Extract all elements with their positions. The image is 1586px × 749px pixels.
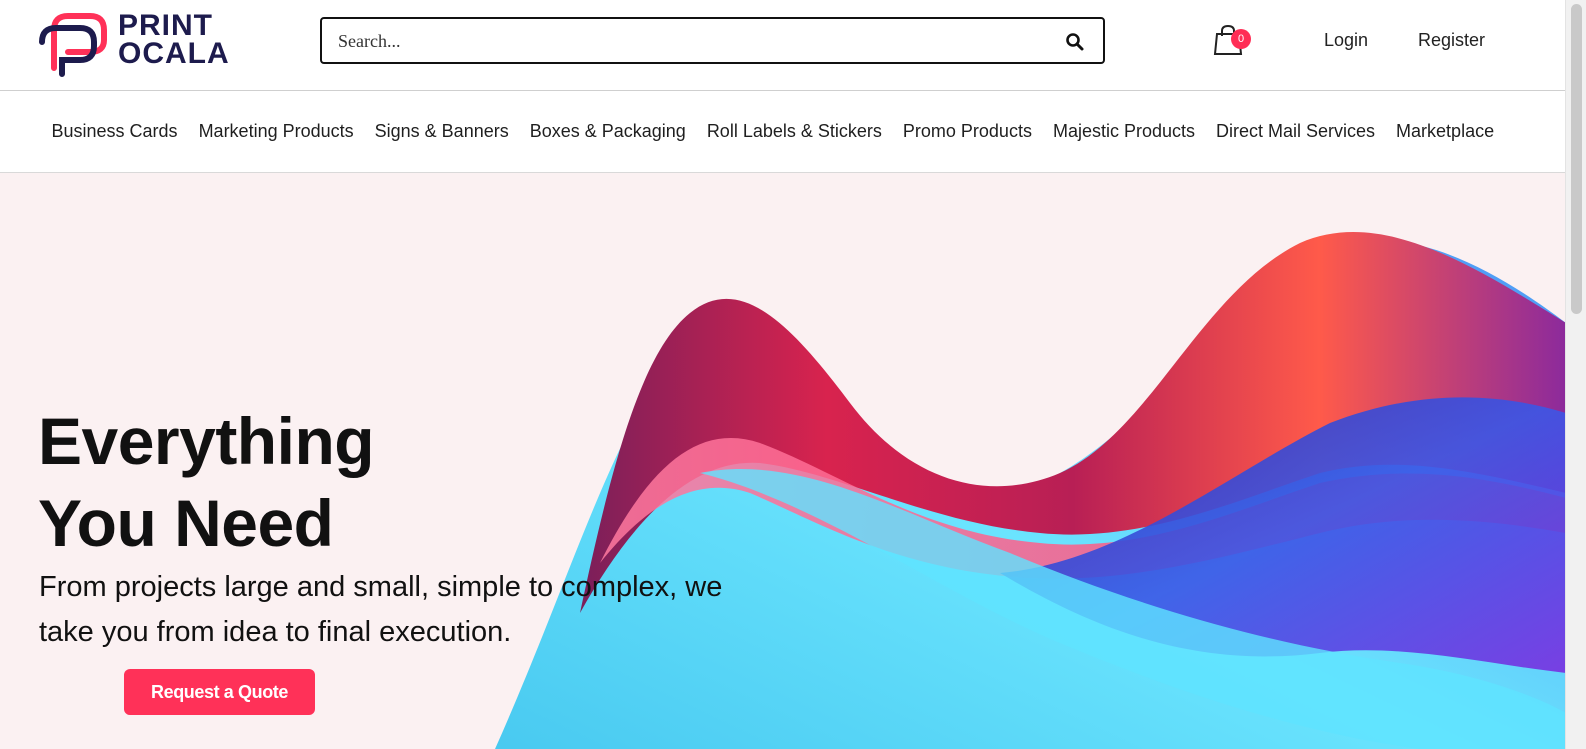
page: PRINT OCALA 0 Login Register Business Ca… xyxy=(0,0,1566,749)
vertical-scrollbar[interactable] xyxy=(1565,0,1586,749)
cart-count-badge: 0 xyxy=(1231,29,1251,49)
nav-item-signs-banners[interactable]: Signs & Banners xyxy=(364,121,519,142)
search-icon[interactable] xyxy=(1065,32,1085,52)
request-quote-button[interactable]: Request a Quote xyxy=(124,669,315,715)
nav-item-promo-products[interactable]: Promo Products xyxy=(892,121,1042,142)
search-input[interactable] xyxy=(336,19,1040,64)
nav-item-business-cards[interactable]: Business Cards xyxy=(41,121,188,142)
main-nav: Business Cards Marketing Products Signs … xyxy=(0,91,1566,173)
hero-banner: Everything You Need From projects large … xyxy=(0,173,1566,749)
scrollbar-thumb[interactable] xyxy=(1571,4,1582,314)
top-header: PRINT OCALA 0 Login Register xyxy=(0,0,1566,91)
logo-line-1: PRINT xyxy=(118,9,213,42)
hero-title-line-1: Everything xyxy=(38,404,375,478)
nav-item-marketplace[interactable]: Marketplace xyxy=(1386,121,1505,142)
nav-item-marketing-products[interactable]: Marketing Products xyxy=(188,121,364,142)
hero-subtitle: From projects large and small, simple to… xyxy=(39,571,723,648)
nav-item-boxes-packaging[interactable]: Boxes & Packaging xyxy=(519,121,696,142)
login-link[interactable]: Login xyxy=(1324,30,1368,51)
logo-mark-icon xyxy=(39,13,107,77)
nav-item-majestic-products[interactable]: Majestic Products xyxy=(1042,121,1205,142)
hero-title-line-2: You Need xyxy=(38,486,334,560)
logo-line-2: OCALA xyxy=(118,37,230,70)
logo-text: PRINT OCALA xyxy=(118,9,230,70)
nav-item-direct-mail-services[interactable]: Direct Mail Services xyxy=(1206,121,1386,142)
site-logo[interactable]: PRINT OCALA xyxy=(38,8,253,80)
register-link[interactable]: Register xyxy=(1418,30,1485,51)
nav-item-roll-labels-stickers[interactable]: Roll Labels & Stickers xyxy=(696,121,892,142)
search-bar xyxy=(320,17,1105,64)
hero-title: Everything You Need xyxy=(38,400,375,564)
